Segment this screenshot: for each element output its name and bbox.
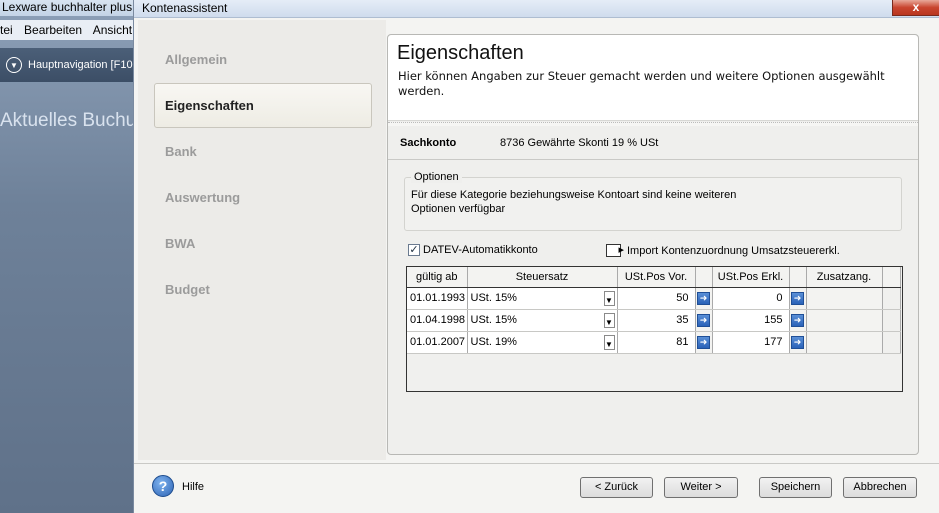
import-kontenzuordnung-link[interactable]: Import Kontenzuordnung Umsatzsteuererkl. [606, 243, 840, 257]
menu-ansicht[interactable]: Ansicht [93, 23, 132, 37]
import-label: Import Kontenzuordnung Umsatzsteuererkl. [627, 244, 840, 257]
dialog-title: Kontenassistent [142, 1, 228, 15]
import-icon [606, 243, 624, 257]
step-budget[interactable]: Budget [155, 268, 375, 313]
close-icon: x [912, 0, 920, 14]
help-icon[interactable]: ? [152, 475, 174, 497]
dropdown-arrow-icon[interactable]: ▼ [603, 312, 615, 328]
col-ust-pos-vor[interactable]: USt.Pos Vor. [617, 267, 696, 288]
divider [388, 159, 918, 160]
footer-divider [134, 463, 939, 464]
pos-erkl-cell[interactable]: 155 [712, 309, 790, 332]
date-cell[interactable]: 01.01.2007 [407, 331, 468, 354]
steuersatz-value: USt. 15% [470, 292, 517, 304]
main-navigation-label: Hauptnavigation [F10 [28, 59, 133, 71]
wizard-steps: Allgemein Eigenschaften Bank Auswertung … [138, 20, 386, 460]
row-end-cell [882, 287, 901, 310]
pos-vor-arrow-button[interactable]: ➜ [695, 287, 713, 310]
background-app: Lexware buchhalter plus tei Bearbeiten A… [0, 0, 140, 513]
steuersatz-select[interactable]: USt. 15% ▼ [467, 287, 618, 310]
date-cell[interactable]: 01.01.1993 [407, 287, 468, 310]
steuersatz-value: USt. 15% [470, 314, 517, 326]
step-auswertung[interactable]: Auswertung [155, 176, 375, 221]
background-app-title: Lexware buchhalter plus [0, 0, 140, 16]
col-ust-pos-erkl[interactable]: USt.Pos Erkl. [712, 267, 790, 288]
arrow-right-icon: ➜ [697, 335, 710, 349]
steuersatz-select[interactable]: USt. 15% ▼ [467, 309, 618, 332]
pos-erkl-arrow-button[interactable]: ➜ [789, 309, 807, 332]
row-end-cell [882, 309, 901, 332]
col-steuersatz[interactable]: Steuersatz [467, 267, 618, 288]
back-button[interactable]: < Zurück [580, 477, 653, 498]
page-title: Eigenschaften [397, 42, 524, 64]
col-spacer [882, 267, 901, 288]
arrow-right-icon: ➜ [791, 335, 804, 349]
close-button[interactable]: x [892, 0, 939, 16]
steuersatz-value: USt. 19% [470, 336, 517, 348]
arrow-right-icon: ➜ [791, 313, 804, 327]
arrow-right-icon: ➜ [791, 291, 804, 305]
datev-checkbox-row[interactable]: ✓ DATEV-Automatikkonto [408, 244, 538, 256]
header-divider [388, 122, 918, 126]
pos-erkl-cell[interactable]: 0 [712, 287, 790, 310]
pos-vor-arrow-button[interactable]: ➜ [695, 309, 713, 332]
panel-header: Eigenschaften Hier können Angaben zur St… [388, 35, 918, 121]
background-heading: Aktuelles Buchu [0, 110, 137, 131]
pos-vor-cell[interactable]: 35 [617, 309, 696, 332]
dropdown-arrow-icon[interactable]: ▼ [603, 290, 615, 306]
pos-vor-cell[interactable]: 81 [617, 331, 696, 354]
menu-datei[interactable]: tei [0, 23, 13, 37]
table-header-row: gültig ab Steuersatz USt.Pos Vor. USt.Po… [407, 267, 901, 288]
content-panel: Eigenschaften Hier können Angaben zur St… [387, 34, 919, 455]
step-bank[interactable]: Bank [155, 130, 375, 175]
main-navigation[interactable]: ▼ Hauptnavigation [F10 [0, 48, 140, 82]
cancel-button[interactable]: Abbrechen [843, 477, 917, 498]
date-cell[interactable]: 01.04.1998 [407, 309, 468, 332]
arrow-right-icon: ➜ [697, 313, 710, 327]
table-row: 01.04.1998 USt. 15% ▼ 35 ➜ 155 ➜ [407, 309, 901, 332]
arrow-right-icon: ➜ [697, 291, 710, 305]
table-row: 01.01.2007 USt. 19% ▼ 81 ➜ 177 ➜ [407, 331, 901, 354]
pos-erkl-arrow-button[interactable]: ➜ [789, 331, 807, 354]
step-eigenschaften[interactable]: Eigenschaften [154, 83, 372, 128]
step-allgemein[interactable]: Allgemein [155, 38, 375, 83]
sachkonto-label: Sachkonto [400, 137, 457, 149]
pos-erkl-cell[interactable]: 177 [712, 331, 790, 354]
sachkonto-value: 8736 Gewährte Skonti 19 % USt [500, 137, 659, 149]
save-button[interactable]: Speichern [759, 477, 832, 498]
zusatzang-cell[interactable] [806, 287, 883, 310]
pos-erkl-arrow-button[interactable]: ➜ [789, 287, 807, 310]
zusatzang-cell[interactable] [806, 309, 883, 332]
datev-label: DATEV-Automatikkonto [423, 244, 538, 256]
help-label[interactable]: Hilfe [182, 481, 204, 493]
page-description: Hier können Angaben zur Steuer gemacht w… [398, 69, 885, 98]
zusatzang-cell[interactable] [806, 331, 883, 354]
col-gueltig-ab[interactable]: gültig ab [407, 267, 468, 288]
col-spacer [789, 267, 807, 288]
col-spacer [695, 267, 713, 288]
datev-checkbox[interactable]: ✓ [408, 244, 420, 256]
steuersatz-select[interactable]: USt. 19% ▼ [467, 331, 618, 354]
dialog-titlebar: Kontenassistent x [134, 0, 939, 18]
menu-bearbeiten[interactable]: Bearbeiten [24, 23, 82, 37]
options-legend: Optionen [411, 171, 462, 183]
options-group: Optionen Für diese Kategorie beziehungsw… [404, 171, 902, 231]
table-row: 01.01.1993 USt. 15% ▼ 50 ➜ 0 ➜ [407, 287, 901, 310]
chevron-down-icon: ▼ [6, 57, 22, 73]
col-zusatzang[interactable]: Zusatzang. [806, 267, 883, 288]
dropdown-arrow-icon[interactable]: ▼ [603, 334, 615, 350]
tax-table: gültig ab Steuersatz USt.Pos Vor. USt.Po… [406, 266, 903, 392]
next-button[interactable]: Weiter > [664, 477, 738, 498]
step-bwa[interactable]: BWA [155, 222, 375, 267]
row-end-cell [882, 331, 901, 354]
background-menubar: tei Bearbeiten Ansicht [0, 20, 140, 40]
options-text: Für diese Kategorie beziehungsweise Kont… [411, 189, 737, 215]
pos-vor-cell[interactable]: 50 [617, 287, 696, 310]
pos-vor-arrow-button[interactable]: ➜ [695, 331, 713, 354]
konten-assistent-dialog: Kontenassistent x Allgemein Eigenschafte… [133, 0, 939, 513]
